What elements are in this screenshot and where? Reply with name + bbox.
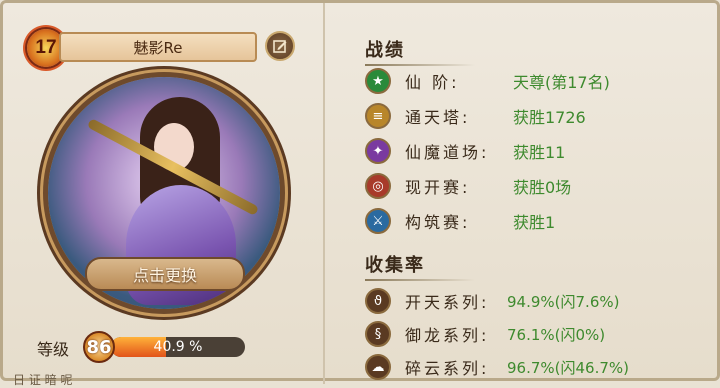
record-label: 仙 阶: [405,73,460,92]
exp-text: 40.9 % [153,339,203,355]
record-row: ⚔ 构筑赛: 获胜1 [365,205,715,237]
collection-value: 76.1%(闪0%) [507,325,606,344]
record-title: 战绩 [365,36,475,66]
edit-icon [273,40,287,53]
star-icon: ★ [365,68,391,94]
player-level: 17 [35,37,57,58]
profile-panel: 17 魅影Re 点击更换 等级 40.9 % 86 日 证 暗 呢 战绩 ★ 仙… [0,0,720,387]
record-label: 通天塔: [405,108,471,127]
record-row: ≡ 通天塔: 获胜1726 [365,100,715,132]
bird-icon: ✦ [365,138,391,164]
record-row: ★ 仙 阶: 天尊(第17名) [365,65,715,97]
collection-value: 96.7%(闪46.7%) [507,358,630,377]
kaitian-icon: ϑ [365,288,391,314]
grade-label: 等级 [37,340,70,359]
collection-label: 御龙系列: [405,326,490,345]
yulong-icon: § [365,321,391,347]
record-value: 天尊(第17名) [513,73,610,92]
grade-badge: 86 [83,331,115,363]
suiyun-icon: ☁ [365,354,391,380]
sword-icon: ⚔ [365,208,391,234]
collection-row: ☁ 碎云系列: 96.7%(闪46.7%) [365,351,715,383]
collection-label: 开天系列: [405,293,490,312]
record-label: 仙魔道场: [405,143,490,162]
record-value: 获胜0场 [513,178,572,197]
record-label: 现开赛: [405,178,471,197]
swirl-icon: ◎ [365,173,391,199]
collection-value: 94.9%(闪7.6%) [507,292,620,311]
edit-name-button[interactable] [265,31,295,61]
player-name-plate: 魅影Re [59,32,257,62]
record-row: ✦ 仙魔道场: 获胜11 [365,135,715,167]
column-divider [323,3,325,384]
record-label: 构筑赛: [405,213,471,232]
change-portrait-button[interactable]: 点击更换 [85,257,245,291]
record-value: 获胜1 [513,213,556,232]
player-name: 魅影Re [133,38,183,57]
record-value: 获胜11 [513,143,566,162]
collection-row: ϑ 开天系列: 94.9%(闪7.6%) [365,285,715,317]
player-column: 17 魅影Re 点击更换 等级 40.9 % 86 日 证 暗 呢 [3,3,333,387]
collection-title: 收集率 [365,251,475,281]
collection-label: 碎云系列: [405,359,490,378]
stats-column: 战绩 ★ 仙 阶: 天尊(第17名) ≡ 通天塔: 获胜1726 ✦ 仙魔道场:… [343,3,720,384]
record-value: 获胜1726 [513,108,586,127]
bottom-cutoff-text: 日 证 暗 呢 [13,373,73,387]
grade-value: 86 [86,336,112,358]
collection-row: § 御龙系列: 76.1%(闪0%) [365,318,715,350]
tower-icon: ≡ [365,103,391,129]
change-portrait-label: 点击更换 [132,266,197,285]
record-row: ◎ 现开赛: 获胜0场 [365,170,715,202]
exp-bar: 40.9 % [111,337,245,357]
